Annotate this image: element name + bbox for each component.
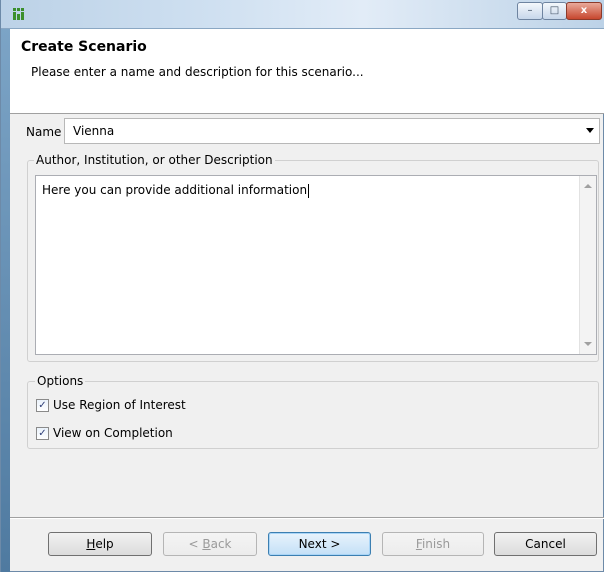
scroll-up-icon[interactable]: [584, 184, 592, 188]
minimize-button[interactable]: –: [517, 2, 543, 20]
options-legend: Options: [35, 374, 86, 388]
maximize-button[interactable]: □: [542, 2, 567, 20]
description-scrollbar[interactable]: [579, 176, 596, 354]
next-button[interactable]: Next >: [268, 532, 371, 556]
window-left-frame: [1, 0, 10, 572]
page-subtitle: Please enter a name and description for …: [31, 65, 364, 79]
description-text: Here you can provide additional informat…: [42, 183, 308, 197]
view-on-completion-checkbox[interactable]: ✓: [36, 427, 49, 440]
footer-divider: [10, 517, 604, 519]
description-legend: Author, Institution, or other Descriptio…: [34, 153, 275, 167]
help-button[interactable]: Help: [48, 532, 152, 556]
name-label: Name: [26, 125, 62, 139]
use-region-label[interactable]: Use Region of Interest: [53, 398, 186, 412]
text-caret: [308, 183, 310, 198]
back-button[interactable]: < Back: [163, 532, 257, 556]
page-title: Create Scenario: [21, 39, 147, 55]
chevron-down-icon[interactable]: [586, 128, 594, 133]
name-combobox[interactable]: Vienna: [64, 118, 600, 144]
wizard-window: – □ x Create Scenario Please enter a nam…: [0, 0, 604, 572]
name-value: Vienna: [73, 124, 115, 138]
close-button[interactable]: x: [566, 2, 602, 20]
scroll-down-icon[interactable]: [584, 342, 592, 346]
app-icon: [13, 8, 27, 20]
title-bar[interactable]: – □ x: [1, 0, 604, 29]
wizard-header: Create Scenario Please enter a name and …: [10, 29, 604, 114]
finish-button[interactable]: Finish: [382, 532, 484, 556]
cancel-button[interactable]: Cancel: [494, 532, 597, 556]
view-on-completion-label[interactable]: View on Completion: [53, 426, 173, 440]
use-region-checkbox[interactable]: ✓: [36, 399, 49, 412]
description-textarea[interactable]: Here you can provide additional informat…: [35, 175, 597, 355]
